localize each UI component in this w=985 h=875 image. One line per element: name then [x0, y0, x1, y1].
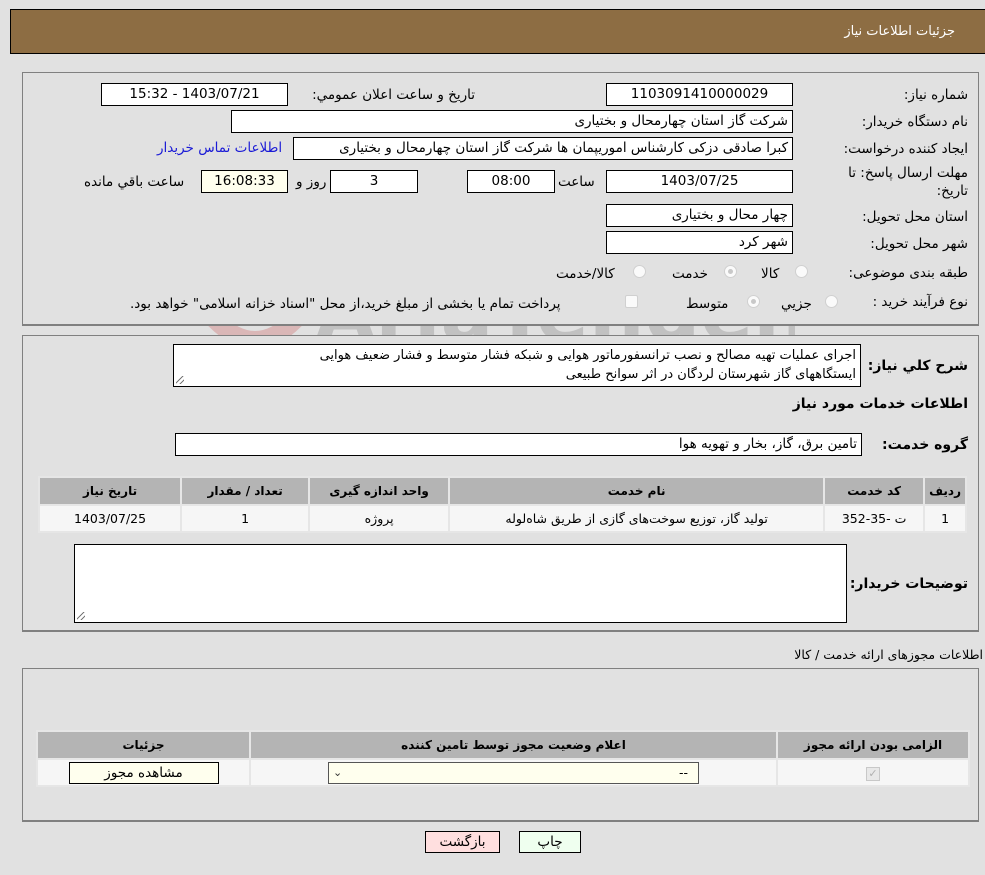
- days-label: روز و: [296, 174, 327, 190]
- permits-table-wrap: الزامی بودن ارائه مجوز اعلام وضعیت مجوز …: [36, 730, 970, 787]
- cell-permit-details: مشاهده مجوز: [36, 758, 251, 787]
- col-service-code: کد خدمت: [823, 476, 926, 506]
- announce-datetime-field: 1403/07/21 - 15:32: [101, 83, 288, 106]
- description-line-2: ایستگاههای گاز شهرستان لردگان در اثر سوا…: [565, 367, 856, 382]
- remaining-time-field: 16:08:33: [201, 170, 288, 193]
- permit-required-checkbox[interactable]: ✓: [866, 766, 880, 781]
- col-unit: واحد اندازه گیری: [308, 476, 451, 506]
- province-label: استان محل تحویل:: [862, 209, 968, 225]
- process-option-minor: جزيي: [781, 296, 812, 312]
- creator-field: کبرا صادقی دزکی کارشناس اموریپمان ها شرک…: [293, 137, 793, 160]
- category-radio-goods[interactable]: [795, 265, 808, 278]
- print-button[interactable]: چاپ: [519, 831, 581, 853]
- deadline-time-field: 08:00: [467, 170, 555, 193]
- page-title: جزئیات اطلاعات نیاز: [844, 24, 955, 39]
- col-need-date: تاریخ نیاز: [37, 476, 183, 506]
- cell-quantity: 1: [180, 504, 311, 533]
- buyer-notes-label: توضیحات خریدار:: [849, 576, 968, 592]
- process-label: نوع فرآیند خرید :: [872, 294, 968, 310]
- category-option-goods-service: کالا/خدمت: [556, 266, 615, 282]
- view-permit-button[interactable]: مشاهده مجوز: [68, 761, 219, 784]
- services-table-wrap: ردیف کد خدمت نام خدمت واحد اندازه گیری ت…: [37, 476, 967, 533]
- permits-table: الزامی بودن ارائه مجوز اعلام وضعیت مجوز …: [36, 730, 970, 787]
- cell-unit: پروژه: [308, 504, 451, 533]
- cell-need-date: 1403/07/25: [37, 504, 183, 533]
- process-radio-minor[interactable]: [825, 295, 838, 308]
- cell-service-code: ت -35-352: [823, 504, 926, 533]
- col-permit-status: اعلام وضعیت مجوز توسط تامین کننده: [249, 730, 778, 760]
- services-title: اطلاعات خدمات مورد نیاز: [792, 396, 968, 412]
- page-header: جزئیات اطلاعات نیاز: [10, 9, 985, 54]
- process-option-medium: متوسط: [686, 296, 729, 312]
- process-radio-medium[interactable]: [747, 295, 760, 308]
- city-field: شهر کرد: [606, 231, 793, 254]
- back-button[interactable]: بازگشت: [425, 831, 500, 853]
- resize-grip-icon[interactable]: [176, 376, 184, 384]
- table-row: 1 ت -35-352 تولید گاز، توزیع سوخت‌های گا…: [37, 504, 967, 533]
- col-row: ردیف: [923, 476, 967, 506]
- deadline-time-label: ساعت: [558, 174, 595, 190]
- category-option-goods: کالا: [761, 266, 780, 282]
- treasury-checkbox[interactable]: [625, 295, 638, 308]
- description-label: شرح کلي نیاز:: [867, 358, 968, 374]
- city-label: شهر محل تحویل:: [870, 236, 968, 252]
- buyer-org-label: نام دستگاه خریدار:: [861, 114, 968, 130]
- creator-label: ایجاد کننده درخواست:: [843, 141, 968, 157]
- resize-grip-icon[interactable]: [77, 612, 85, 620]
- buyer-notes-textarea[interactable]: [74, 544, 847, 623]
- province-field: چهار محال و بختیاری: [606, 204, 793, 227]
- category-radio-service[interactable]: [724, 265, 737, 278]
- permits-title: اطلاعات مجوزهای ارائه خدمت / کالا: [794, 647, 983, 662]
- deadline-label-date: تاریخ:: [936, 183, 968, 199]
- col-quantity: تعداد / مقدار: [180, 476, 311, 506]
- permit-status-value: --: [678, 764, 688, 780]
- description-line-1: اجرای عملیات تهیه مصالح و نصب ترانسفورما…: [319, 348, 856, 363]
- need-number-label: شماره نیاز:: [903, 87, 968, 103]
- remaining-label: ساعت باقي مانده: [84, 174, 185, 190]
- category-label: طبقه بندی موضوعی:: [848, 265, 968, 281]
- services-table: ردیف کد خدمت نام خدمت واحد اندازه گیری ت…: [37, 476, 967, 533]
- description-textarea[interactable]: اجرای عملیات تهیه مصالح و نصب ترانسفورما…: [173, 344, 861, 387]
- days-remaining-field: 3: [330, 170, 418, 193]
- buyer-contact-link[interactable]: اطلاعات تماس خریدار: [157, 140, 282, 156]
- need-number-field: 1103091410000029: [606, 83, 793, 106]
- table-row: ✓ -- ⌄ مشاهده مجوز: [36, 758, 970, 787]
- cell-service-name: تولید گاز، توزیع سوخت‌های گازی از طریق ش…: [448, 504, 826, 533]
- category-radio-goods-service[interactable]: [633, 265, 646, 278]
- announce-label: تاریخ و ساعت اعلان عمومي:: [312, 87, 475, 103]
- permit-status-select[interactable]: -- ⌄: [328, 761, 699, 784]
- cell-permit-required: ✓: [776, 758, 970, 787]
- col-permit-details: جزئیات: [36, 730, 251, 760]
- permits-table-header: الزامی بودن ارائه مجوز اعلام وضعیت مجوز …: [36, 730, 970, 760]
- cell-row: 1: [923, 504, 967, 533]
- service-group-field: تامین برق، گاز، بخار و تهویه هوا: [175, 433, 862, 456]
- treasury-checkbox-label: پرداخت تمام یا بخشی از مبلغ خرید،از محل …: [130, 296, 561, 312]
- buyer-org-field: شرکت گاز استان چهارمحال و بختیاری: [231, 110, 793, 133]
- col-permit-required: الزامی بودن ارائه مجوز: [776, 730, 970, 760]
- cell-permit-status: -- ⌄: [249, 758, 778, 787]
- services-table-header: ردیف کد خدمت نام خدمت واحد اندازه گیری ت…: [37, 476, 967, 506]
- category-option-service: خدمت: [672, 266, 708, 282]
- service-group-label: گروه خدمت:: [882, 437, 968, 453]
- deadline-label: مهلت ارسال پاسخ: تا: [848, 165, 968, 181]
- chevron-down-icon: ⌄: [333, 765, 343, 779]
- col-service-name: نام خدمت: [448, 476, 826, 506]
- deadline-date-field: 1403/07/25: [606, 170, 793, 193]
